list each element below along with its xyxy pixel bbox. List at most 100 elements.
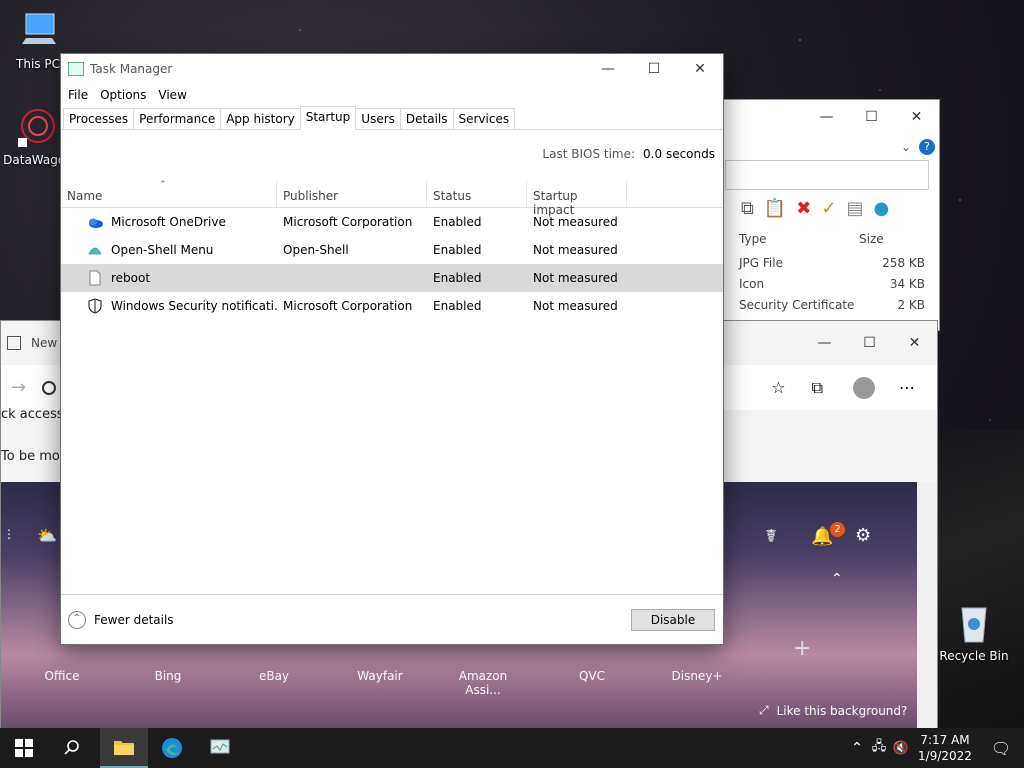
file-size: 2 KB xyxy=(897,297,925,312)
column-size[interactable]: Size xyxy=(841,232,884,246)
page-scrollbar[interactable] xyxy=(917,482,937,728)
tab-performance[interactable]: Performance xyxy=(133,108,222,129)
bios-time: Last BIOS time: 0.0 seconds xyxy=(61,130,723,178)
task-manager-titlebar[interactable]: Task Manager — ☐ ✕ xyxy=(61,54,723,84)
menu-view[interactable]: View xyxy=(152,88,192,102)
column-name[interactable]: Name xyxy=(61,181,277,207)
refresh-icon[interactable] xyxy=(42,380,57,395)
task-manager-icon xyxy=(210,739,230,754)
startup-app-name: Windows Security notificati... xyxy=(111,299,277,313)
favorites-icon[interactable]: ☆ xyxy=(771,378,785,397)
chevron-up-icon[interactable]: ⌃ xyxy=(831,571,843,587)
quick-link-tile[interactable]: Amazon Assi... xyxy=(443,669,523,697)
tile-label: QVC xyxy=(578,669,606,683)
more-options-icon[interactable]: ⋯ xyxy=(899,378,915,397)
table-row[interactable]: Windows Security notificati... Microsoft… xyxy=(61,292,723,320)
list-item[interactable]: JPG File 258 KB xyxy=(723,252,939,273)
minimize-icon[interactable]: — xyxy=(802,335,847,351)
clock[interactable]: 7:17 AM 1/9/2022 xyxy=(912,732,978,764)
profile-avatar[interactable] xyxy=(853,376,875,399)
tab-users[interactable]: Users xyxy=(355,108,401,129)
tab-app-history[interactable]: App history xyxy=(220,108,301,129)
column-startup-impact[interactable]: Startup impact xyxy=(527,181,627,217)
menu-bar: File Options View xyxy=(61,84,723,106)
copy-icon[interactable]: ⧉ xyxy=(741,198,754,219)
column-type[interactable]: Type xyxy=(723,232,841,246)
menu-file[interactable]: File xyxy=(62,88,94,102)
tab-details[interactable]: Details xyxy=(399,108,454,129)
notifications-icon[interactable]: 🗨 xyxy=(978,739,1024,758)
collections-icon[interactable]: ⧉ xyxy=(812,378,823,398)
table-row[interactable]: Open-Shell Menu Open-Shell Enabled Not m… xyxy=(61,236,723,264)
explorer-column-header: Type Size xyxy=(723,226,939,252)
windows-logo-icon xyxy=(15,739,33,757)
list-item[interactable]: Security Certificate 2 KB xyxy=(723,294,939,315)
chevron-down-icon[interactable]: ⌄ xyxy=(901,140,911,154)
close-icon[interactable]: ✕ xyxy=(677,61,723,77)
delete-icon[interactable]: ✖ xyxy=(796,198,811,219)
quick-link-tile[interactable]: eBay xyxy=(234,669,314,683)
quick-link-tile[interactable]: Disney+ xyxy=(657,669,737,683)
sort-ascending-icon: ⌃ xyxy=(159,180,167,190)
weather-icon: ⛅ xyxy=(37,526,57,545)
tab-icon xyxy=(7,336,21,350)
tab-startup[interactable]: Startup xyxy=(299,106,357,130)
paste-icon[interactable]: 📋 xyxy=(764,198,786,219)
task-manager-window[interactable]: Task Manager — ☐ ✕ File Options View Pro… xyxy=(60,53,724,645)
taskbar-edge[interactable] xyxy=(148,728,196,768)
maximize-icon[interactable]: ☐ xyxy=(847,335,892,351)
column-publisher[interactable]: Publisher xyxy=(277,181,427,207)
quick-link-tile[interactable]: Bing xyxy=(128,669,208,683)
clock-time: 7:17 AM xyxy=(920,733,970,747)
apps-menu-icon[interactable]: ⋮ xyxy=(3,527,15,541)
start-button[interactable] xyxy=(0,728,48,768)
quick-link-tile[interactable]: QVC xyxy=(552,669,632,683)
close-icon[interactable]: ✕ xyxy=(892,335,937,351)
maximize-icon[interactable]: ☐ xyxy=(849,109,894,125)
desktop-icon-label: Recycle Bin xyxy=(939,649,1009,663)
minimize-icon[interactable]: — xyxy=(804,109,849,125)
tile-label: Office xyxy=(44,669,80,683)
maximize-icon[interactable]: ☐ xyxy=(631,61,677,77)
volume-muted-icon[interactable]: 🔇 xyxy=(890,741,912,756)
explorer-address-bar[interactable] xyxy=(725,160,929,190)
table-row-selected[interactable]: reboot Enabled Not measured xyxy=(61,264,723,292)
tab-services[interactable]: Services xyxy=(452,108,516,129)
explorer-ribbon-controls: ⌄ ? xyxy=(723,134,939,160)
settings-gear-icon[interactable]: ⚙ xyxy=(855,525,871,546)
quick-link-tile[interactable]: Wayfair xyxy=(340,669,420,683)
close-icon[interactable]: ✕ xyxy=(894,109,939,125)
like-background-label: Like this background? xyxy=(776,703,908,718)
notification-badge: 2 xyxy=(830,522,845,537)
list-item[interactable]: Icon 34 KB xyxy=(723,273,939,294)
explorer-titlebar: — ☐ ✕ xyxy=(723,100,939,134)
menu-options[interactable]: Options xyxy=(94,88,152,102)
like-background-link[interactable]: ⤢ Like this background? xyxy=(759,703,907,718)
fewer-details-toggle[interactable]: ⌃ Fewer details xyxy=(68,610,174,629)
show-hidden-icons-icon[interactable]: ⌃ xyxy=(846,740,868,756)
taskbar-file-explorer[interactable] xyxy=(100,728,148,768)
table-row[interactable]: Microsoft OneDrive Microsoft Corporation… xyxy=(61,208,723,236)
help-icon[interactable]: ? xyxy=(919,139,935,155)
quick-link-tile[interactable]: Office xyxy=(22,669,102,683)
network-icon[interactable]: 🖧 xyxy=(868,737,890,759)
table-header: ⌃ Name Publisher Status Startup impact xyxy=(61,178,723,217)
desktop-icon-recycle-bin[interactable]: Recycle Bin xyxy=(936,600,1012,663)
shell-icon[interactable]: ● xyxy=(873,198,889,219)
forward-icon[interactable]: → xyxy=(11,377,26,398)
disable-button[interactable]: Disable xyxy=(631,609,715,631)
cell-status: Enabled xyxy=(433,215,482,229)
cell-status: Enabled xyxy=(433,243,482,257)
card-icon[interactable]: ▤ xyxy=(846,198,863,219)
column-status[interactable]: Status xyxy=(427,181,527,207)
file-explorer-window[interactable]: — ☐ ✕ ⌄ ? ⧉ 📋 ✖ ✓ ▤ ● Type Size JPG File… xyxy=(722,99,940,331)
taskbar-task-manager[interactable] xyxy=(196,728,244,768)
rewards-icon[interactable]: ☤ xyxy=(765,526,777,547)
add-tile-icon[interactable]: + xyxy=(793,636,811,661)
checkmark-icon[interactable]: ✓ xyxy=(821,198,836,219)
bios-time-value: 0.0 seconds xyxy=(643,147,715,161)
tab-processes[interactable]: Processes xyxy=(63,108,135,129)
startup-app-name: Microsoft OneDrive xyxy=(111,215,226,229)
minimize-icon[interactable]: — xyxy=(585,61,631,77)
search-button[interactable] xyxy=(48,728,96,768)
